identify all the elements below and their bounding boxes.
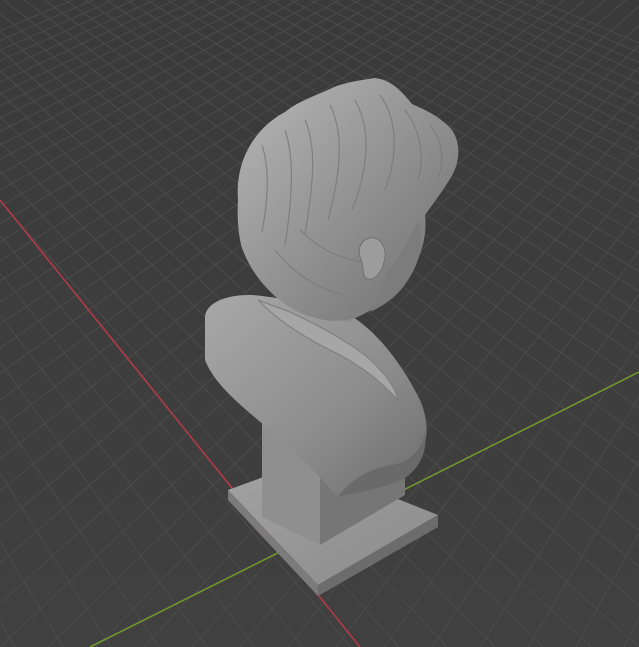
3d-viewport[interactable]	[0, 0, 639, 647]
viewport-canvas[interactable]	[0, 0, 639, 647]
